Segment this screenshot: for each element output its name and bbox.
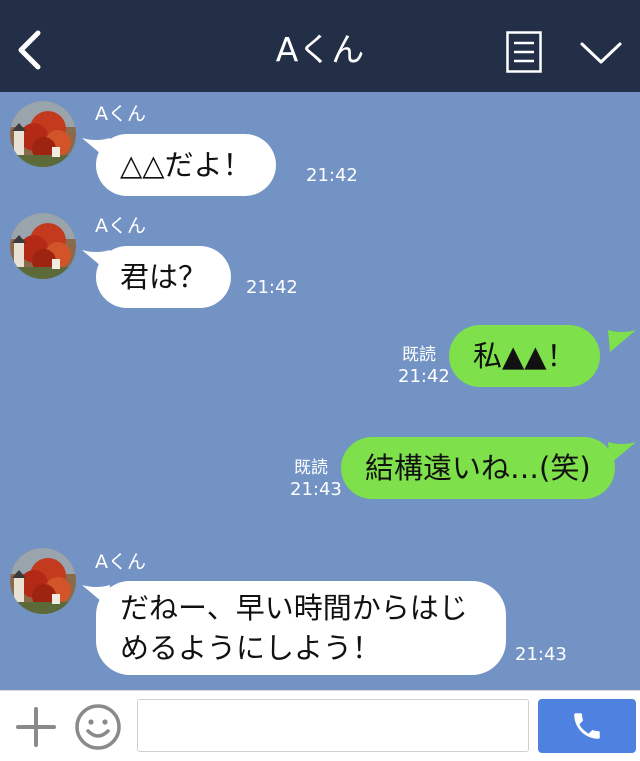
sender-name: Aくん xyxy=(95,103,146,125)
sender-name: Aくん xyxy=(95,215,146,237)
message-line: だねー、早い時間からはじ xyxy=(120,591,468,625)
sender-name: Aくん xyxy=(95,551,146,573)
message-time: 21:42 xyxy=(398,366,450,387)
message-bubble[interactable]: △△だよ！ xyxy=(96,134,276,196)
smile-icon[interactable] xyxy=(74,703,122,751)
message-list[interactable]: Aくん △△だよ！ 21:42 Aくん 君は？ 21:42 既読 21:42 私… xyxy=(0,92,640,690)
message-line: めるようにしよう！ xyxy=(120,631,382,665)
chat-title: Aくん xyxy=(275,30,365,69)
phone-icon xyxy=(574,713,600,739)
call-button[interactable] xyxy=(538,699,636,753)
avatar[interactable] xyxy=(10,548,76,614)
read-receipt: 既読 xyxy=(402,345,436,365)
message-time: 21:42 xyxy=(306,165,358,186)
chevron-down-icon[interactable] xyxy=(579,38,623,68)
message-bubble[interactable]: 結構遠いね…(笑) xyxy=(341,437,615,499)
message-bubble[interactable]: だねー、早い時間からはじ めるようにしよう！ xyxy=(96,581,506,675)
input-bar xyxy=(0,690,640,761)
bubble-tail xyxy=(608,330,636,352)
message-time: 21:43 xyxy=(290,479,342,500)
plus-icon[interactable] xyxy=(14,705,58,749)
message-bubble[interactable]: 私▲▲！ xyxy=(449,325,600,387)
message-input[interactable] xyxy=(137,699,529,752)
message-time: 21:42 xyxy=(246,277,298,298)
avatar[interactable] xyxy=(10,213,76,279)
message-time: 21:43 xyxy=(515,644,567,665)
chat-header: Aくん xyxy=(0,0,640,92)
menu-icon[interactable] xyxy=(506,31,542,73)
avatar[interactable] xyxy=(10,101,76,167)
message-bubble[interactable]: 君は？ xyxy=(96,246,232,308)
bubble-tail xyxy=(608,442,636,464)
read-receipt: 既読 xyxy=(294,458,328,478)
